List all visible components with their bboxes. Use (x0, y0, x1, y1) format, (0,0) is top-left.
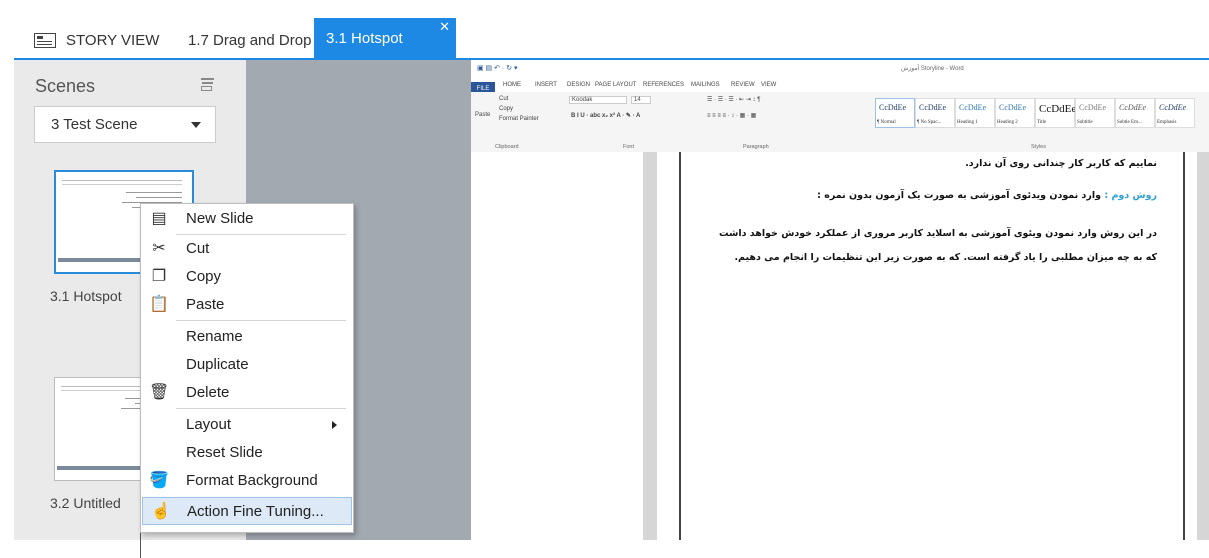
menu-item-cut[interactable]: ✂ Cut (141, 235, 351, 263)
menu-item-action-fine-tuning[interactable]: ☝ Action Fine Tuning... (142, 497, 352, 525)
hand-cursor-icon: ☝ (151, 503, 171, 520)
storyline-window: STORY VIEW 1.7 Drag and Drop 3.1 Hotspot… (14, 18, 1209, 558)
quick-access-icons: ▣ ▤ ↶ · ↻ ▾ (477, 65, 518, 72)
menu-item-copy[interactable]: ❐ Copy (141, 263, 351, 291)
word-tab-page-layout: PAGE LAYOUT (595, 82, 637, 88)
word-style-subtle-emphasis: CcDdEe Subtle Em... (1115, 98, 1155, 128)
menu-item-delete[interactable]: 🗑 Delete (141, 379, 351, 407)
scenes-title: Scenes (35, 76, 96, 96)
word-tab-review: REVIEW (731, 82, 755, 88)
scene-dropdown-value: 3 Test Scene (51, 116, 138, 133)
paint-bucket-icon: 🪣 (149, 472, 169, 489)
word-group-font: Font (623, 144, 635, 150)
word-font-name: Koodak (569, 96, 627, 104)
slide-label: 3.2 Untitled (50, 495, 121, 511)
menu-item-rename[interactable]: Rename (141, 323, 351, 351)
menu-item-reset-slide[interactable]: Reset Slide (141, 439, 351, 467)
word-tab-view: VIEW (761, 82, 777, 88)
divider-line (140, 531, 141, 558)
word-tab-mailings: MAILINGS (691, 82, 720, 88)
word-group-paragraph: Paragraph (743, 144, 769, 150)
chevron-down-icon (191, 122, 201, 128)
word-tab-insert: INSERT (535, 82, 557, 88)
doc-line: روش دوم : وارد نمودن ویدئوی آموزشی به صو… (817, 190, 1157, 201)
collapse-panel-icon[interactable] (201, 78, 214, 92)
paste-icon: 📋 (149, 296, 169, 313)
story-view-icon (34, 32, 56, 48)
word-style-title: CcDdEe Title (1035, 98, 1076, 128)
tab-label: 3.1 Hotspot (326, 29, 403, 47)
word-navigation-pane (471, 152, 643, 540)
word-align-icons: ≡ ≡ ≡ ≡ · ↕ · ▦ · ▦ (707, 113, 757, 119)
menu-item-duplicate[interactable]: Duplicate (141, 351, 351, 379)
window-top-strip (0, 0, 1209, 18)
word-style-heading2: CcDdEe Heading 2 (995, 98, 1035, 128)
word-tab-design: DESIGN (567, 82, 591, 88)
word-font-format-icons: B I U · abc x₂ x² A · ✎ · A (571, 113, 641, 119)
doc-line: در این روش وارد نمودن ویئوی آموزشی به اس… (718, 228, 1157, 239)
menu-item-new-slide[interactable]: ▤ New Slide (141, 205, 351, 233)
word-font-size: 14 (631, 96, 651, 104)
menu-item-paste[interactable]: 📋 Paste (141, 291, 351, 319)
word-paragraph-icons: ☰ · ☰ · ☰ · ⇤ ⇥ ↕ ¶ (707, 97, 761, 103)
word-copy: Copy (499, 106, 514, 112)
tab-drag-and-drop[interactable]: 1.7 Drag and Drop (188, 22, 311, 58)
word-style-heading1: CcDdEe Heading 1 (955, 98, 995, 128)
word-page: نماییم که کاربر کار چندانی روی آن ندارد.… (657, 152, 1197, 540)
tab-label: 1.7 Drag and Drop (188, 31, 312, 49)
doc-line: که به چه میزان مطلبی را یاد گرفته است. ک… (734, 252, 1157, 263)
word-ribbon-tabs: FILE HOME INSERT DESIGN PAGE LAYOUT REFE… (471, 78, 1209, 96)
word-group-styles: Styles (1031, 144, 1046, 150)
word-style-normal: CcDdEe ¶ Normal (875, 98, 915, 128)
trash-icon: 🗑 (149, 384, 170, 401)
word-cut: Cut (499, 96, 509, 102)
scissors-icon: ✂ (152, 240, 166, 257)
menu-item-layout[interactable]: Layout (141, 411, 351, 439)
tab-label: STORY VIEW (66, 31, 160, 49)
tab-hotspot[interactable]: 3.1 Hotspot ✕ (314, 18, 456, 58)
word-title-bar: ▣ ▤ ↶ · ↻ ▾ آموزش Storyline - Word (471, 60, 1209, 78)
word-style-emphasis: CcDdEe Emphasis (1155, 98, 1195, 128)
doc-line: نماییم که کاربر کار چندانی روی آن ندارد. (965, 158, 1157, 169)
word-window-title: آموزش Storyline - Word (901, 66, 964, 72)
slide-label: 3.1 Hotspot (50, 288, 122, 304)
submenu-arrow-icon (332, 421, 337, 429)
menu-item-format-background[interactable]: 🪣 Format Background (141, 467, 351, 495)
tab-story-view[interactable]: STORY VIEW (34, 22, 159, 58)
new-slide-icon: ▤ (151, 210, 167, 227)
scene-dropdown[interactable]: 3 Test Scene (34, 106, 216, 143)
copy-icon: ❐ (151, 268, 167, 285)
tab-bar: STORY VIEW 1.7 Drag and Drop 3.1 Hotspot… (14, 18, 1209, 60)
word-style-subtitle: CcDdEe Subtitle (1075, 98, 1115, 128)
slide-word-screenshot: ▣ ▤ ↶ · ↻ ▾ آموزش Storyline - Word FILE … (471, 60, 1209, 540)
context-menu: ▤ New Slide ✂ Cut ❐ Copy 📋 Paste Rename … (140, 203, 354, 533)
word-document-area: نماییم که کاربر کار چندانی روی آن ندارد.… (471, 152, 1209, 540)
word-tab-home: HOME (503, 82, 521, 88)
word-group-clipboard: Clipboard (495, 144, 519, 150)
word-style-no-spacing: CcDdEe ¶ No Spac... (915, 98, 955, 128)
word-format-painter: Format Painter (499, 116, 539, 122)
word-ribbon: Paste Cut Copy Format Painter Clipboard … (471, 92, 1209, 153)
word-paste: Paste (475, 112, 491, 118)
close-icon[interactable]: ✕ (439, 19, 450, 35)
word-tab-references: REFERENCES (643, 82, 685, 88)
